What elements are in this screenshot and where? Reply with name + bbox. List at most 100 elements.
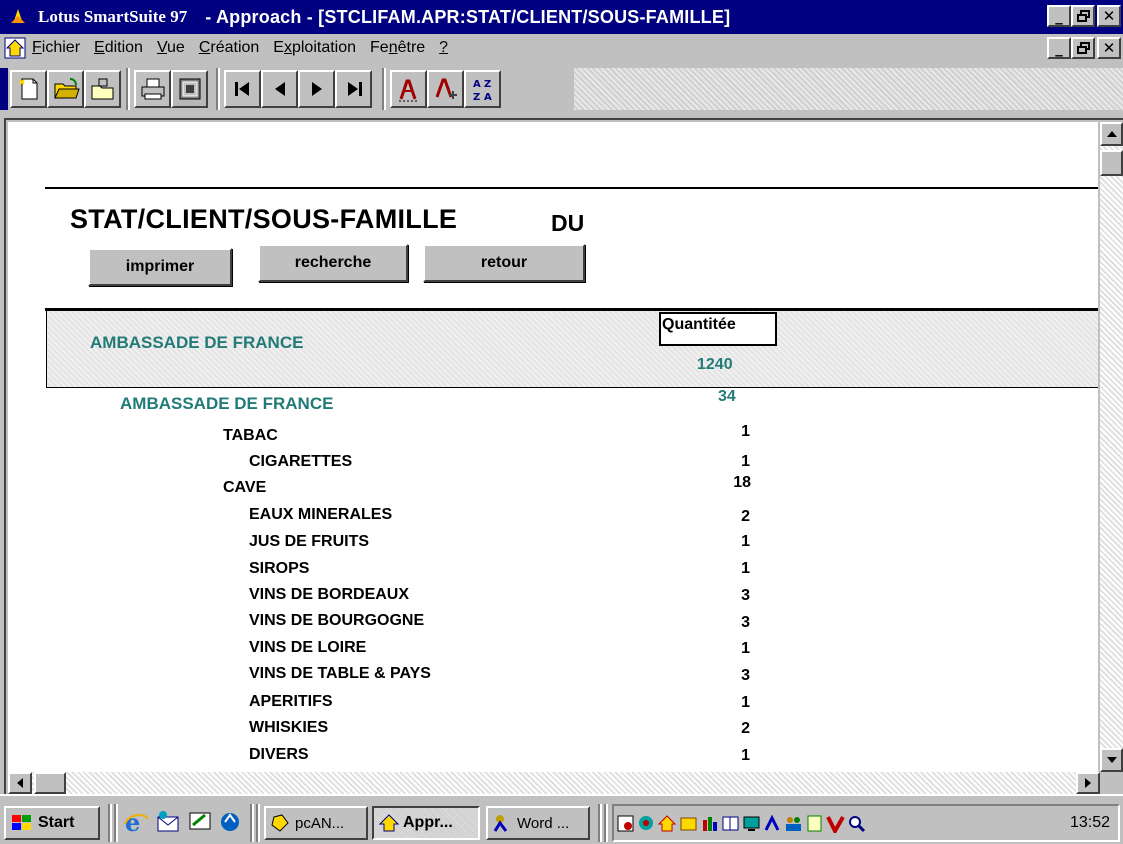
toolbar-empty-area: [574, 68, 1123, 110]
book-tray-icon[interactable]: [721, 814, 740, 833]
lotus-app-icon[interactable]: [6, 5, 30, 29]
start-button[interactable]: Start: [4, 806, 100, 840]
word-tray-icon[interactable]: [763, 814, 782, 833]
print-button[interactable]: imprimer: [88, 248, 232, 286]
channels-icon[interactable]: [216, 808, 244, 836]
taskbar-task-pcan[interactable]: pcAN...: [264, 806, 368, 840]
scheduler-tray-icon[interactable]: [616, 814, 635, 833]
print-icon[interactable]: [134, 70, 171, 108]
title-bar: Lotus SmartSuite 97 - Approach - [STCLIF…: [0, 0, 1123, 34]
first-record-icon[interactable]: [224, 70, 261, 108]
svg-text:e: e: [125, 809, 140, 835]
client-name: AMBASSADE DE FRANCE: [90, 333, 304, 352]
report-canvas: STAT/CLIENT/SOUS-FAMILLE DU imprimer rec…: [8, 122, 1098, 772]
subfamily-name: JUS DE FRUITS: [249, 533, 370, 550]
organizer-tray-icon[interactable]: [679, 814, 698, 833]
menu-help[interactable]: ?: [439, 39, 448, 57]
subfamily-qty: 1: [741, 560, 750, 577]
outlook-express-icon[interactable]: [154, 808, 182, 836]
sub-client-name: AMBASSADE DE FRANCE: [120, 394, 334, 413]
subfamily-name: VINS DE TABLE & PAYS: [249, 665, 431, 682]
toolbar-grip[interactable]: [0, 68, 8, 110]
family-qty: 18: [733, 474, 751, 491]
menu-exploitation[interactable]: Exploitation: [273, 39, 356, 57]
family-qty: 1: [741, 423, 750, 440]
menu-vue[interactable]: Vue: [157, 39, 185, 57]
subfamily-name: EAUX MINERALES: [249, 506, 393, 523]
subfamily-qty: 2: [741, 508, 750, 525]
subfamily-qty: 2: [741, 720, 750, 737]
windows-logo-icon: [12, 815, 31, 830]
scroll-up-icon[interactable]: [1100, 122, 1123, 146]
subfamily-qty: 1: [741, 747, 750, 764]
back-button[interactable]: retour: [423, 244, 585, 282]
restore-button[interactable]: [1071, 5, 1095, 27]
people-tray-icon[interactable]: [784, 814, 803, 833]
subfamily-qty: 1: [741, 694, 750, 711]
sort-icon[interactable]: AZZA: [464, 70, 501, 108]
note-tray-icon[interactable]: [805, 814, 824, 833]
scroll-right-icon[interactable]: [1076, 772, 1100, 794]
start-label: Start: [38, 814, 75, 831]
window-title: - Approach - [STCLIFAM.APR:STAT/CLIENT/S…: [205, 6, 731, 27]
scroll-left-icon[interactable]: [8, 772, 32, 794]
menu-fichier-rest: ichier: [41, 39, 81, 56]
search-button[interactable]: recherche: [258, 244, 408, 282]
internet-explorer-icon[interactable]: e: [122, 808, 150, 836]
new-document-icon[interactable]: [10, 70, 47, 108]
taskbar-task-word[interactable]: Word ...: [486, 806, 590, 840]
taskbar-task-approach[interactable]: Appr...: [372, 806, 480, 840]
find-all-icon[interactable]: [427, 70, 464, 108]
approach-tray-icon[interactable]: [658, 814, 677, 833]
scrollbar-corner: [1100, 772, 1123, 794]
doc-minimize-button[interactable]: _: [1047, 37, 1071, 59]
display-tray-icon[interactable]: [742, 814, 761, 833]
menu-creation[interactable]: Création: [199, 39, 259, 57]
svg-text:Z: Z: [484, 79, 491, 90]
next-record-icon[interactable]: [298, 70, 335, 108]
subfamily-name: DIVERS: [249, 746, 309, 763]
network-tray-icon[interactable]: [637, 814, 656, 833]
doc-restore-button[interactable]: [1071, 37, 1095, 59]
antivirus-tray-icon[interactable]: [826, 814, 845, 833]
minimize-button[interactable]: _: [1047, 5, 1071, 27]
smartcenter-tray-icon[interactable]: [700, 814, 719, 833]
subfamily-qty: 3: [741, 667, 750, 684]
svg-text:Z: Z: [473, 92, 480, 103]
clock[interactable]: 13:52: [1070, 814, 1110, 832]
family-name: CAVE: [223, 479, 267, 496]
svg-text:A: A: [473, 79, 481, 90]
window-app-name: Lotus SmartSuite 97: [38, 7, 188, 26]
preview-icon[interactable]: [171, 70, 208, 108]
vertical-scroll-thumb[interactable]: [1100, 150, 1123, 176]
document-menu-icon[interactable]: [4, 37, 26, 59]
subfamily-name: VINS DE BOURGOGNE: [249, 612, 425, 629]
taskbar: Start e pcAN... Appr... Word ... 13:52: [0, 794, 1123, 844]
horizontal-scroll-thumb[interactable]: [34, 772, 66, 794]
desktop-icon[interactable]: [186, 808, 214, 836]
subfamily-qty: 1: [741, 533, 750, 550]
find-icon[interactable]: [390, 70, 427, 108]
subfamily-qty: 3: [741, 587, 750, 604]
magnifier-tray-icon[interactable]: [847, 814, 866, 833]
open-folder-icon[interactable]: [47, 70, 84, 108]
subfamily-name: CIGARETTES: [249, 453, 353, 470]
sub-client-total: 34: [718, 388, 736, 405]
subfamily-qty: 3: [741, 614, 750, 631]
menu-bar: Fichier Edition Vue Création Exploitatio…: [0, 34, 1123, 62]
menu-fichier[interactable]: Fichier: [32, 39, 80, 57]
save-icon[interactable]: [84, 70, 121, 108]
previous-record-icon[interactable]: [261, 70, 298, 108]
menu-fenetre[interactable]: Fenêtre: [370, 39, 425, 57]
last-record-icon[interactable]: [335, 70, 372, 108]
close-button[interactable]: ✕: [1097, 5, 1121, 27]
menu-edition[interactable]: Edition: [94, 39, 143, 57]
scroll-down-icon[interactable]: [1100, 748, 1123, 772]
vertical-scrollbar[interactable]: [1100, 122, 1123, 772]
subfamily-qty: 1: [741, 453, 750, 470]
quantity-column-header: Quantitée: [659, 312, 777, 346]
client-total: 1240: [697, 356, 733, 373]
doc-close-button[interactable]: ✕: [1097, 37, 1121, 59]
top-rule: [45, 187, 1098, 189]
horizontal-scrollbar[interactable]: [8, 772, 1100, 794]
